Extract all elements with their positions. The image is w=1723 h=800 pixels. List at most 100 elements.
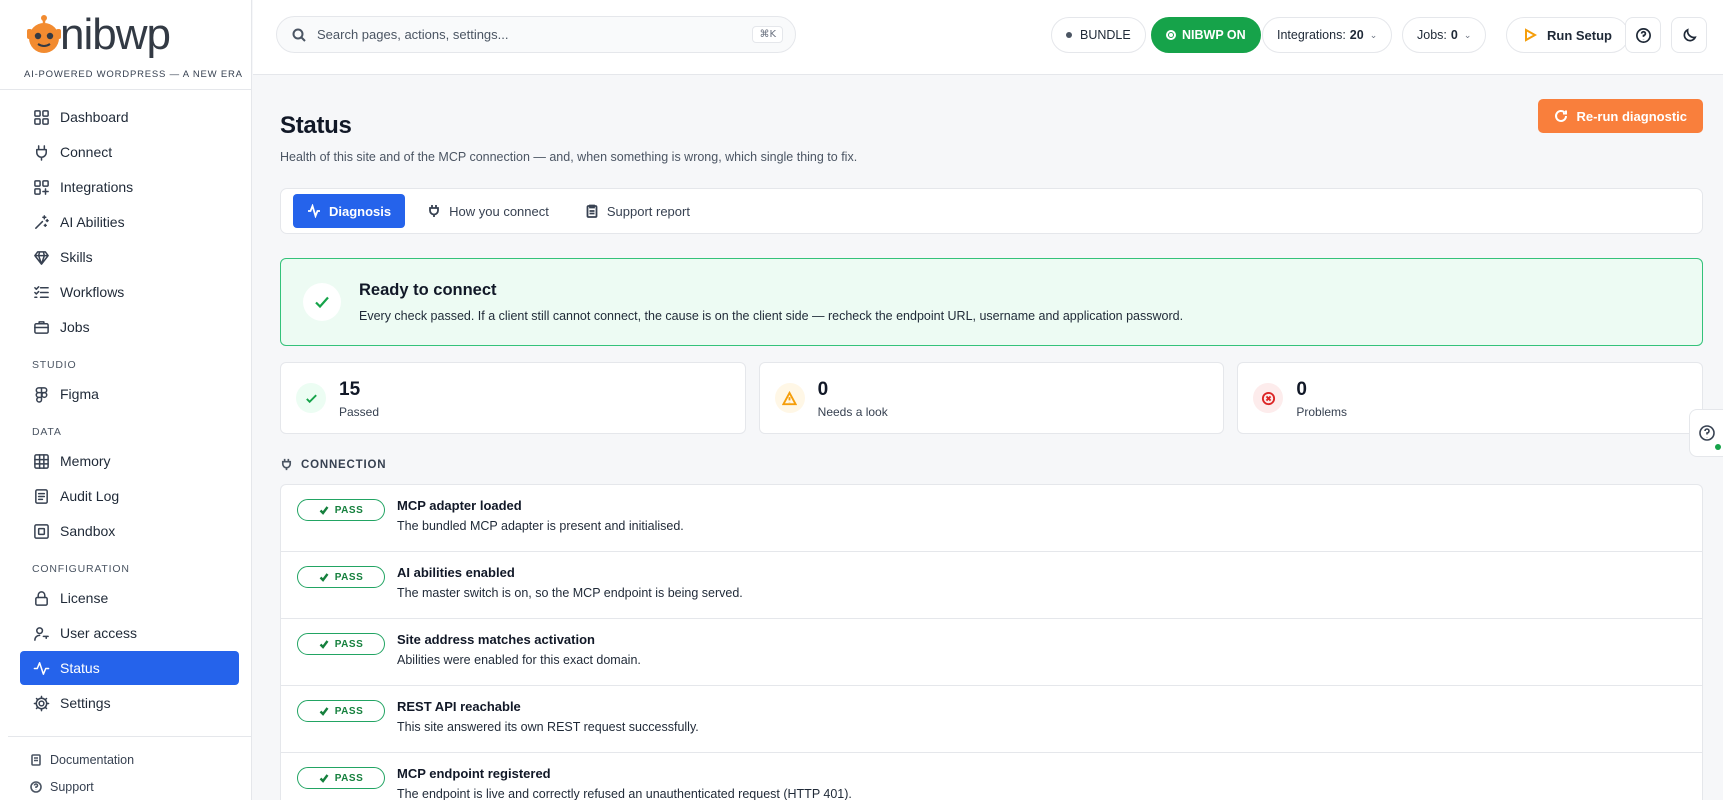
rerun-diagnostic-button[interactable]: Re-run diagnostic xyxy=(1538,99,1703,133)
rerun-label: Re-run diagnostic xyxy=(1576,108,1687,124)
sidebar-item-connect[interactable]: Connect xyxy=(20,135,239,169)
sidebar-item-skills[interactable]: Skills xyxy=(20,240,239,274)
dark-mode-button[interactable] xyxy=(1671,17,1707,53)
activity-icon xyxy=(308,204,320,218)
power-ring-icon xyxy=(1166,30,1176,40)
status-dot-icon xyxy=(1066,32,1072,38)
check-icon xyxy=(319,707,329,716)
sidebar-item-label: Sandbox xyxy=(60,523,116,539)
support-label: Support xyxy=(50,780,94,794)
online-dot-icon xyxy=(1715,444,1721,450)
sidebar-item-memory[interactable]: Memory xyxy=(20,444,239,478)
stat-value: 0 xyxy=(1296,379,1307,400)
support-link[interactable]: Support xyxy=(30,776,251,798)
sidebar-item-label: Skills xyxy=(60,249,93,265)
integrations-label: Integrations: xyxy=(1277,28,1346,42)
warning-icon xyxy=(774,383,805,413)
stats-row: 15 Passed 0 Needs a look 0 Problems xyxy=(280,362,1704,434)
tab-how-you-connect[interactable]: How you connect xyxy=(413,194,563,228)
documentation-link[interactable]: Documentation xyxy=(30,749,251,771)
tab-bar: Diagnosis How you connect Support report xyxy=(280,188,1703,234)
refresh-icon xyxy=(1555,109,1568,122)
banner-text: Every check passed. If a client still ca… xyxy=(359,309,1184,323)
lock-icon xyxy=(32,589,50,607)
bundle-label: BUNDLE xyxy=(1080,28,1131,42)
sidebar-item-label: Connect xyxy=(60,144,113,160)
sidebar-item-label: Integrations xyxy=(60,179,134,195)
check-icon xyxy=(319,506,329,515)
brand-name: nibwp xyxy=(60,10,171,59)
check-row: PASS Site address matches activation Abi… xyxy=(281,619,1702,686)
sidebar-item-ai-abilities[interactable]: AI Abilities xyxy=(20,205,239,239)
help-circle-icon xyxy=(1698,425,1715,441)
page-subtitle: Health of this site and of the MCP conne… xyxy=(280,150,858,164)
check-row: PASS AI abilities enabled The master swi… xyxy=(281,552,1702,619)
check-title: REST API reachable xyxy=(397,699,521,714)
x-circle-icon xyxy=(1253,383,1284,413)
sidebar-item-settings[interactable]: Settings xyxy=(20,686,239,720)
pass-badge: PASS xyxy=(297,767,385,789)
check-title: AI abilities enabled xyxy=(397,565,515,580)
chevron-down-icon: ⌄ xyxy=(1369,29,1378,40)
section-heading-connection: CONNECTION xyxy=(280,458,386,471)
sidebar-item-dashboard[interactable]: Dashboard xyxy=(20,100,239,134)
robot-logo-icon xyxy=(24,14,62,56)
integrations-dropdown[interactable]: Integrations: 20 ⌄ xyxy=(1262,17,1393,53)
sidebar-item-status[interactable]: Status xyxy=(20,651,239,685)
ready-banner: Ready to connect Every check passed. If … xyxy=(280,258,1703,346)
list-check-icon xyxy=(32,283,50,301)
sidebar-item-jobs[interactable]: Jobs xyxy=(20,310,239,344)
floating-help-button[interactable] xyxy=(1689,409,1723,457)
sidebar-nav: Dashboard Connect Integrations AI Abilit… xyxy=(0,90,251,720)
run-setup-label: Run Setup xyxy=(1547,27,1612,43)
sidebar-item-label: Jobs xyxy=(60,319,90,335)
sidebar-item-user-access[interactable]: User access xyxy=(20,616,239,650)
play-icon xyxy=(1525,28,1537,42)
sidebar-item-label: Status xyxy=(60,660,100,676)
sidebar-section-configuration: CONFIGURATION xyxy=(32,563,130,575)
check-title: MCP adapter loaded xyxy=(397,498,522,513)
moon-icon xyxy=(1683,27,1697,41)
banner-title: Ready to connect xyxy=(359,281,497,299)
search-input[interactable] xyxy=(317,27,753,42)
pass-badge: PASS xyxy=(297,499,385,521)
check-description: The endpoint is live and correctly refus… xyxy=(397,787,852,800)
check-row: PASS MCP endpoint registered The endpoin… xyxy=(281,753,1702,800)
sidebar-item-workflows[interactable]: Workflows xyxy=(20,275,239,309)
sidebar-item-label: User access xyxy=(60,625,138,641)
check-description: The master switch is on, so the MCP endp… xyxy=(397,586,743,600)
sidebar-item-audit-log[interactable]: Audit Log xyxy=(20,479,239,513)
stat-label: Needs a look xyxy=(817,405,888,419)
sidebar-item-label: Workflows xyxy=(60,284,125,300)
help-button[interactable] xyxy=(1625,17,1661,53)
checks-list: PASS MCP adapter loaded The bundled MCP … xyxy=(280,484,1703,800)
jobs-dropdown[interactable]: Jobs: 0 ⌄ xyxy=(1402,17,1487,53)
tab-diagnosis[interactable]: Diagnosis xyxy=(293,194,406,228)
tab-label: How you connect xyxy=(449,203,549,219)
sidebar: nibwp AI-POWERED WORDPRESS — A NEW ERA D… xyxy=(0,0,252,800)
figma-icon xyxy=(32,385,50,403)
sidebar-section-studio: STUDIO xyxy=(32,359,77,371)
stat-value: 0 xyxy=(817,379,829,400)
run-setup-button[interactable]: Run Setup xyxy=(1506,17,1629,53)
stat-value: 15 xyxy=(339,379,361,400)
pass-badge: PASS xyxy=(297,633,385,655)
check-description: The bundled MCP adapter is present and i… xyxy=(397,519,684,533)
tab-label: Support report xyxy=(606,203,690,219)
grid-icon xyxy=(32,108,50,126)
sidebar-item-license[interactable]: License xyxy=(20,581,239,615)
sidebar-item-figma[interactable]: Figma xyxy=(20,377,239,411)
plug-icon xyxy=(429,205,440,217)
bundle-badge[interactable]: BUNDLE xyxy=(1051,17,1146,53)
user-key-icon xyxy=(32,624,50,642)
document-icon xyxy=(32,487,50,505)
tab-support-report[interactable]: Support report xyxy=(571,194,704,228)
search-box[interactable]: ⌘K xyxy=(276,16,796,53)
briefcase-icon xyxy=(32,318,50,336)
sidebar-item-sandbox[interactable]: Sandbox xyxy=(20,514,239,548)
sidebar-item-label: Dashboard xyxy=(60,109,129,125)
check-row: PASS REST API reachable This site answer… xyxy=(281,686,1702,753)
nibwp-on-toggle[interactable]: NIBWP ON xyxy=(1151,17,1261,53)
check-row: PASS MCP adapter loaded The bundled MCP … xyxy=(281,485,1702,552)
sidebar-item-integrations[interactable]: Integrations xyxy=(20,170,239,204)
